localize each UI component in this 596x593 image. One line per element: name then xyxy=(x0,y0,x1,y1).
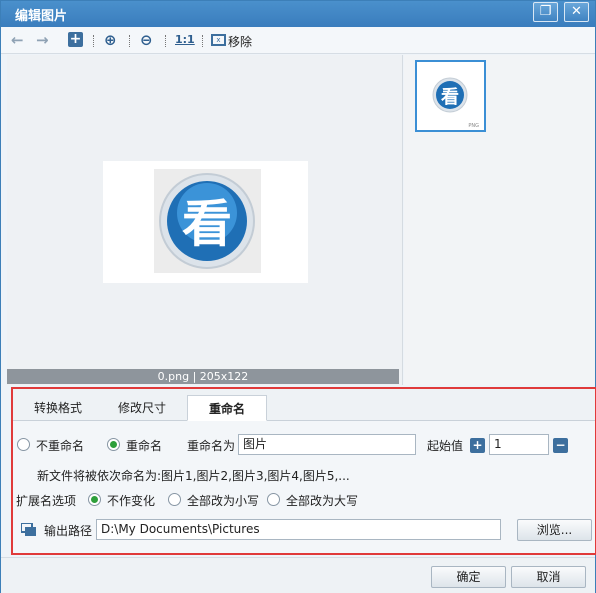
extension-row: 扩展名选项 不作变化 全部改为小写 全部改为大写 xyxy=(13,488,595,512)
toolbar-divider xyxy=(93,35,94,47)
rename-row: 不重命名 重命名 重命名为 图片 起始值 + 1 − xyxy=(13,433,595,457)
ext-lowercase-label: 全部改为小写 xyxy=(187,494,260,508)
close-button[interactable]: ✕ xyxy=(564,2,589,22)
arrow-right-icon[interactable]: → xyxy=(36,30,49,50)
increment-button[interactable]: + xyxy=(470,438,485,453)
remove-label: 移除 xyxy=(228,35,253,49)
start-value-input[interactable]: 1 xyxy=(489,434,549,455)
plus-square-icon[interactable]: + xyxy=(68,32,83,47)
close-icon: ✕ xyxy=(571,4,582,19)
tab-rename[interactable]: 重命名 xyxy=(187,395,267,421)
restore-icon: ❐ xyxy=(539,4,552,19)
tab-resize[interactable]: 修改尺寸 xyxy=(103,395,181,421)
arrow-left-icon[interactable]: ← xyxy=(11,30,24,50)
folder-icon xyxy=(20,522,36,536)
thumbnail-glyph: 看 xyxy=(440,86,459,108)
tab-bar: 转换格式 修改尺寸 重命名 xyxy=(13,389,595,421)
ext-uppercase-label: 全部改为大写 xyxy=(286,494,359,508)
restore-button[interactable]: ❐ xyxy=(533,2,558,22)
toolbar: ← → + ⊕ ⊖ 1:1 x 移除 xyxy=(1,27,595,54)
image-preview: 看 xyxy=(7,55,403,385)
actual-size-button[interactable]: 1:1 xyxy=(175,30,195,50)
ext-uppercase-radio[interactable] xyxy=(267,493,280,506)
rename-label: 重命名 xyxy=(126,439,163,453)
output-path-input[interactable]: D:\My Documents\Pictures xyxy=(96,519,501,540)
settings-panel: 转换格式 修改尺寸 重命名 不重命名 重命名 重命名为 图片 起始值 + 1 −… xyxy=(11,387,596,555)
preview-glyph: 看 xyxy=(182,195,232,253)
plus-icon: + xyxy=(472,438,483,452)
minus-icon: − xyxy=(555,438,566,452)
remove-icon: x xyxy=(211,34,226,46)
ok-button[interactable]: 确定 xyxy=(431,566,506,588)
ext-lowercase-radio[interactable] xyxy=(168,493,181,506)
rename-hint-row: 新文件将被依次命名为:图片1,图片2,图片3,图片4,图片5,... xyxy=(13,463,595,487)
rename-radio[interactable] xyxy=(107,438,120,451)
toolbar-divider xyxy=(129,35,130,47)
output-path-label: 输出路径 xyxy=(44,524,93,538)
preview-image: 看 xyxy=(103,161,308,283)
zoom-out-icon[interactable]: ⊖ xyxy=(140,30,153,50)
ext-unchanged-radio[interactable] xyxy=(88,493,101,506)
thumbnail-type: PNG xyxy=(468,123,479,129)
browse-button[interactable]: 浏览... xyxy=(517,519,592,541)
thumbnail-strip: 看 PNG xyxy=(404,55,595,385)
image-frame: 看 xyxy=(154,169,261,273)
cancel-button[interactable]: 取消 xyxy=(511,566,586,588)
toolbar-divider xyxy=(165,35,166,47)
title-bar: 编辑图片 ❐ ✕ xyxy=(1,1,595,27)
toolbar-divider xyxy=(202,35,203,47)
window-title: 编辑图片 xyxy=(15,9,68,24)
decrement-button[interactable]: − xyxy=(553,438,568,453)
start-value-label: 起始值 xyxy=(427,439,464,453)
app-logo-image: 看 xyxy=(159,173,255,269)
thumbnail-item[interactable]: 看 PNG xyxy=(415,60,486,132)
rename-as-label: 重命名为 xyxy=(187,439,236,453)
no-rename-radio[interactable] xyxy=(17,438,30,451)
no-rename-label: 不重命名 xyxy=(36,439,85,453)
image-caption: 0.png | 205x122 xyxy=(7,369,399,384)
dialog-footer: 确定 取消 xyxy=(1,557,595,593)
rename-hint: 新文件将被依次命名为:图片1,图片2,图片3,图片4,图片5,... xyxy=(37,469,350,483)
extension-label: 扩展名选项 xyxy=(16,494,77,508)
thumbnail-image: 看 PNG xyxy=(432,77,479,129)
edit-image-window: 编辑图片 ❐ ✕ ← → + ⊕ ⊖ 1:1 x 移除 看 0.png | 20… xyxy=(0,0,596,593)
zoom-in-icon[interactable]: ⊕ xyxy=(104,30,117,50)
output-row: 输出路径 D:\My Documents\Pictures 浏览... xyxy=(13,517,595,541)
ext-unchanged-label: 不作变化 xyxy=(107,494,156,508)
rename-as-input[interactable]: 图片 xyxy=(238,434,416,455)
tab-convert-format[interactable]: 转换格式 xyxy=(19,395,97,421)
